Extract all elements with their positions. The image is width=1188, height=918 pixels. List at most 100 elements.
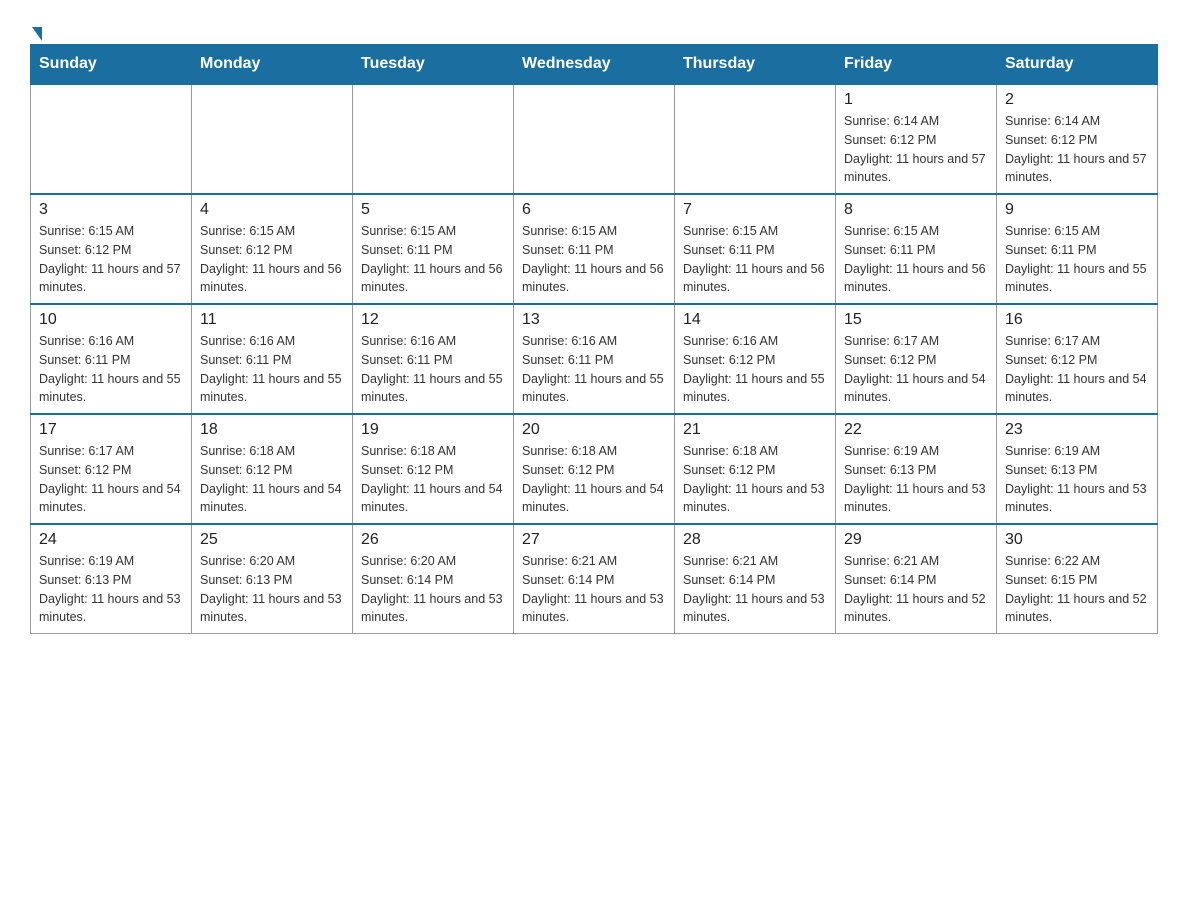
calendar-cell: 26Sunrise: 6:20 AM Sunset: 6:14 PM Dayli… [353,524,514,634]
day-number: 7 [683,201,827,219]
day-number: 18 [200,421,344,439]
day-number: 4 [200,201,344,219]
calendar-cell: 23Sunrise: 6:19 AM Sunset: 6:13 PM Dayli… [997,414,1158,524]
day-info: Sunrise: 6:16 AM Sunset: 6:11 PM Dayligh… [200,332,344,407]
calendar-cell: 29Sunrise: 6:21 AM Sunset: 6:14 PM Dayli… [836,524,997,634]
day-info: Sunrise: 6:16 AM Sunset: 6:12 PM Dayligh… [683,332,827,407]
day-info: Sunrise: 6:19 AM Sunset: 6:13 PM Dayligh… [1005,442,1149,517]
day-info: Sunrise: 6:22 AM Sunset: 6:15 PM Dayligh… [1005,552,1149,627]
calendar-cell: 28Sunrise: 6:21 AM Sunset: 6:14 PM Dayli… [675,524,836,634]
day-info: Sunrise: 6:21 AM Sunset: 6:14 PM Dayligh… [522,552,666,627]
calendar-cell: 15 Sunrise: 6:17 AM Sunset: 6:12 PM Dayli… [836,304,997,414]
calendar-cell: 10 Sunrise: 6:16 AM Sunset: 6:11 PM Dayli… [31,304,192,414]
logo [30,20,42,34]
calendar-cell: 17 Sunrise: 6:17 AM Sunset: 6:12 PM Dayli… [31,414,192,524]
calendar-cell: 24 Sunrise: 6:19 AM Sunset: 6:13 PM Dayli… [31,524,192,634]
day-number: 3 [39,201,183,219]
day-info: Sunrise: 6:15 AM Sunset: 6:11 PM Dayligh… [1005,222,1149,297]
day-info: Sunrise: 6:15 AM Sunset: 6:11 PM Dayligh… [522,222,666,297]
day-info: Sunrise: 6:15 AM Sunset: 6:11 PM Dayligh… [361,222,505,297]
calendar-cell: 19 Sunrise: 6:18 AM Sunset: 6:12 PM Dayli… [353,414,514,524]
page-header [30,20,1158,34]
calendar-week-5: 24 Sunrise: 6:19 AM Sunset: 6:13 PM Dayli… [31,524,1158,634]
day-number: 26 [361,531,505,549]
weekday-header-wednesday: Wednesday [514,45,675,85]
day-number: 16 [1005,311,1149,329]
calendar-cell: 9 Sunrise: 6:15 AM Sunset: 6:11 PM Daylig… [997,194,1158,304]
day-number: 20 [522,421,666,439]
day-info: Sunrise: 6:17 AM Sunset: 6:12 PM Dayligh… [39,442,183,517]
day-number: 9 [1005,201,1149,219]
day-number: 22 [844,421,988,439]
day-number: 25 [200,531,344,549]
weekday-header-friday: Friday [836,45,997,85]
weekday-header-monday: Monday [192,45,353,85]
calendar-table: SundayMondayTuesdayWednesdayThursdayFrid… [30,44,1158,634]
day-info: Sunrise: 6:19 AM Sunset: 6:13 PM Dayligh… [844,442,988,517]
day-number: 1 [844,91,988,109]
calendar-cell: 11 Sunrise: 6:16 AM Sunset: 6:11 PM Dayli… [192,304,353,414]
day-info: Sunrise: 6:18 AM Sunset: 6:12 PM Dayligh… [200,442,344,517]
calendar-cell: 8Sunrise: 6:15 AM Sunset: 6:11 PM Daylig… [836,194,997,304]
calendar-cell: 20 Sunrise: 6:18 AM Sunset: 6:12 PM Dayli… [514,414,675,524]
calendar-week-4: 17 Sunrise: 6:17 AM Sunset: 6:12 PM Dayli… [31,414,1158,524]
calendar-cell [675,84,836,194]
day-info: Sunrise: 6:14 AM Sunset: 6:12 PM Dayligh… [1005,112,1149,187]
day-number: 21 [683,421,827,439]
calendar-cell: 7 Sunrise: 6:15 AM Sunset: 6:11 PM Daylig… [675,194,836,304]
calendar-cell [514,84,675,194]
calendar-cell: 27Sunrise: 6:21 AM Sunset: 6:14 PM Dayli… [514,524,675,634]
day-number: 11 [200,311,344,329]
calendar-cell: 6 Sunrise: 6:15 AM Sunset: 6:11 PM Daylig… [514,194,675,304]
day-info: Sunrise: 6:18 AM Sunset: 6:12 PM Dayligh… [683,442,827,517]
day-info: Sunrise: 6:19 AM Sunset: 6:13 PM Dayligh… [39,552,183,627]
day-info: Sunrise: 6:18 AM Sunset: 6:12 PM Dayligh… [522,442,666,517]
calendar-cell: 21 Sunrise: 6:18 AM Sunset: 6:12 PM Dayli… [675,414,836,524]
calendar-cell: 25Sunrise: 6:20 AM Sunset: 6:13 PM Dayli… [192,524,353,634]
calendar-cell: 22 Sunrise: 6:19 AM Sunset: 6:13 PM Dayli… [836,414,997,524]
calendar-cell [353,84,514,194]
calendar-week-3: 10 Sunrise: 6:16 AM Sunset: 6:11 PM Dayli… [31,304,1158,414]
calendar-cell [31,84,192,194]
calendar-cell: 14 Sunrise: 6:16 AM Sunset: 6:12 PM Dayli… [675,304,836,414]
day-info: Sunrise: 6:16 AM Sunset: 6:11 PM Dayligh… [361,332,505,407]
calendar-week-1: 1 Sunrise: 6:14 AM Sunset: 6:12 PM Daylig… [31,84,1158,194]
day-info: Sunrise: 6:16 AM Sunset: 6:11 PM Dayligh… [39,332,183,407]
weekday-header-sunday: Sunday [31,45,192,85]
day-number: 2 [1005,91,1149,109]
calendar-cell: 4 Sunrise: 6:15 AM Sunset: 6:12 PM Daylig… [192,194,353,304]
calendar-cell: 13 Sunrise: 6:16 AM Sunset: 6:11 PM Dayli… [514,304,675,414]
day-number: 13 [522,311,666,329]
day-number: 14 [683,311,827,329]
day-number: 28 [683,531,827,549]
calendar-week-2: 3 Sunrise: 6:15 AM Sunset: 6:12 PM Daylig… [31,194,1158,304]
day-info: Sunrise: 6:15 AM Sunset: 6:11 PM Dayligh… [844,222,988,297]
day-number: 10 [39,311,183,329]
day-info: Sunrise: 6:15 AM Sunset: 6:11 PM Dayligh… [683,222,827,297]
day-number: 19 [361,421,505,439]
weekday-header-row: SundayMondayTuesdayWednesdayThursdayFrid… [31,45,1158,85]
day-info: Sunrise: 6:15 AM Sunset: 6:12 PM Dayligh… [39,222,183,297]
day-info: Sunrise: 6:17 AM Sunset: 6:12 PM Dayligh… [1005,332,1149,407]
calendar-cell: 5 Sunrise: 6:15 AM Sunset: 6:11 PM Daylig… [353,194,514,304]
day-number: 6 [522,201,666,219]
day-number: 24 [39,531,183,549]
day-info: Sunrise: 6:15 AM Sunset: 6:12 PM Dayligh… [200,222,344,297]
day-info: Sunrise: 6:16 AM Sunset: 6:11 PM Dayligh… [522,332,666,407]
calendar-cell: 18 Sunrise: 6:18 AM Sunset: 6:12 PM Dayli… [192,414,353,524]
day-number: 5 [361,201,505,219]
day-number: 17 [39,421,183,439]
day-info: Sunrise: 6:17 AM Sunset: 6:12 PM Dayligh… [844,332,988,407]
weekday-header-saturday: Saturday [997,45,1158,85]
day-number: 15 [844,311,988,329]
logo-arrow-icon [32,27,42,41]
day-info: Sunrise: 6:18 AM Sunset: 6:12 PM Dayligh… [361,442,505,517]
calendar-cell: 2 Sunrise: 6:14 AM Sunset: 6:12 PM Daylig… [997,84,1158,194]
calendar-cell: 16 Sunrise: 6:17 AM Sunset: 6:12 PM Dayli… [997,304,1158,414]
day-number: 29 [844,531,988,549]
calendar-cell: 12 Sunrise: 6:16 AM Sunset: 6:11 PM Dayli… [353,304,514,414]
calendar-cell: 3 Sunrise: 6:15 AM Sunset: 6:12 PM Daylig… [31,194,192,304]
day-info: Sunrise: 6:14 AM Sunset: 6:12 PM Dayligh… [844,112,988,187]
weekday-header-tuesday: Tuesday [353,45,514,85]
day-number: 12 [361,311,505,329]
